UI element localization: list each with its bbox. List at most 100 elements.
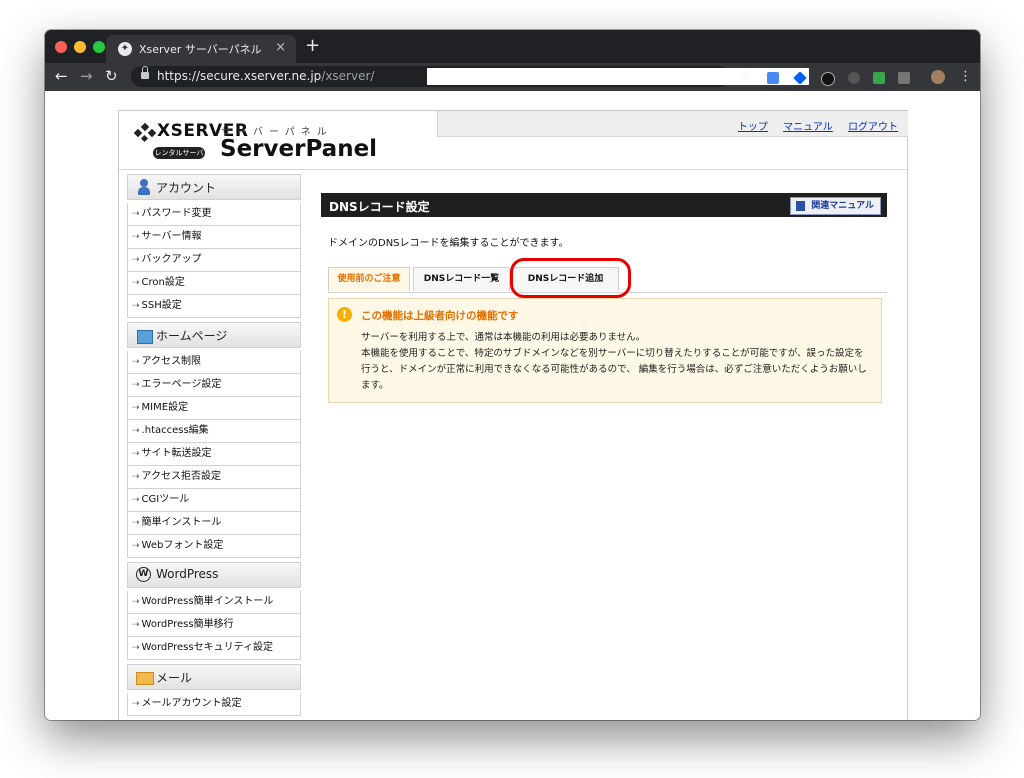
sidebar-section-account: アカウント xyxy=(127,174,301,200)
notice-line: サーバーを利用する上で、通常は本機能の利用は必要ありません。 xyxy=(361,332,646,343)
sidebar-item-site-redirect[interactable]: ⇢ サイト転送設定 xyxy=(128,442,300,465)
arrow-icon: ⇢ xyxy=(132,699,140,709)
page-description: ドメインのDNSレコードを編集することができます。 xyxy=(328,238,569,249)
browser-toolbar: ← → ↻ https://secure.xserver.ne.jp/xserv… xyxy=(45,63,980,91)
dns-tabs: 使用前のご注意 DNSレコード一覧 DNSレコード追加 xyxy=(328,258,887,298)
section-title: アカウント xyxy=(156,181,217,195)
translate-extension-icon[interactable] xyxy=(767,72,779,84)
address-bar[interactable]: https://secure.xserver.ne.jp/xserver/ xyxy=(131,66,809,87)
sidebar-item-error-page[interactable]: ⇢ エラーページ設定 xyxy=(128,373,300,396)
check-extension-icon[interactable] xyxy=(873,72,885,84)
arrow-icon: ⇢ xyxy=(132,209,140,219)
related-manual-button[interactable]: 関連マニュアル xyxy=(790,197,881,215)
browser-tab-bar: ✦ Xserver サーバーパネル × + xyxy=(45,30,980,63)
tab-precautions[interactable]: 使用前のご注意 xyxy=(328,267,410,291)
related-manual-label: 関連マニュアル xyxy=(811,201,874,211)
url-text: https://secure.xserver.ne.jp/xserver/ xyxy=(157,69,374,83)
minimize-window-button[interactable] xyxy=(74,41,86,53)
close-window-button[interactable] xyxy=(55,41,67,53)
bookmark-star-icon[interactable]: ☆ xyxy=(739,69,751,84)
sidebar-item-label: WordPress簡単移行 xyxy=(141,619,234,630)
sidebar-section-homepage: ホームページ xyxy=(127,322,301,348)
sidebar-item-easy-install[interactable]: ⇢ 簡単インストール xyxy=(128,511,300,534)
sidebar-item-label: Cron設定 xyxy=(141,277,185,288)
sidebar-section-mail: メール xyxy=(127,664,301,690)
warning-notice: ! この機能は上級者向けの機能です サーバーを利用する上で、通常は本機能の利用は… xyxy=(328,298,882,403)
section-title: メール xyxy=(156,671,193,685)
section-title: WordPress xyxy=(156,567,219,581)
main-content: DNSレコード設定 関連マニュアル ドメインのDNSレコードを編集することができ… xyxy=(321,193,887,403)
brand-badge: レンタルサーバー xyxy=(153,147,205,169)
book-icon xyxy=(796,201,806,211)
avatar[interactable] xyxy=(931,70,945,84)
arrow-icon: ⇢ xyxy=(132,495,140,505)
arrow-icon: ⇢ xyxy=(132,472,140,482)
sidebar-item-access-limit[interactable]: ⇢ アクセス制限 xyxy=(128,351,300,373)
manual-link[interactable]: マニュアル xyxy=(783,122,833,133)
logout-link[interactable]: ログアウト xyxy=(848,122,898,133)
sidebar-item-cgi-tools[interactable]: ⇢ CGIツール xyxy=(128,488,300,511)
sidebar-item-label: .htaccess編集 xyxy=(141,425,209,436)
browser-tab[interactable]: ✦ Xserver サーバーパネル × xyxy=(106,35,296,63)
arrow-icon: ⇢ xyxy=(132,597,140,607)
calendar-extension-icon[interactable] xyxy=(898,72,910,84)
tab-highlight-annotation xyxy=(510,258,631,298)
server-panel: XSERVER レンタルサーバー サーバーパネル ServerPanel トップ… xyxy=(118,110,908,720)
sidebar-item-label: MIME設定 xyxy=(141,402,189,413)
arrow-icon: ⇢ xyxy=(132,278,140,288)
close-tab-icon[interactable]: × xyxy=(275,40,286,55)
page-title-bar: DNSレコード設定 関連マニュアル xyxy=(321,193,887,217)
mail-icon xyxy=(136,669,154,685)
sidebar-item-label: パスワード変更 xyxy=(141,208,212,219)
sidebar-item-access-deny[interactable]: ⇢ アクセス拒否設定 xyxy=(128,465,300,488)
top-link[interactable]: トップ xyxy=(738,122,768,133)
lightbulb-extension-icon[interactable] xyxy=(848,72,860,84)
sidebar-item-label: WordPressセキュリティ設定 xyxy=(141,642,273,653)
forward-arrow-icon[interactable]: → xyxy=(80,67,93,85)
sidebar-item-ssh[interactable]: ⇢ SSH設定 xyxy=(128,294,300,317)
sidebar-list-account: ⇢ パスワード変更 ⇢ サーバー情報 ⇢ バックアップ ⇢ Cron設定 ⇢ SSH設定 xyxy=(127,203,301,318)
arrow-icon: ⇢ xyxy=(132,255,140,265)
shield-extension-icon[interactable] xyxy=(821,72,835,86)
person-icon xyxy=(136,179,152,195)
more-menu-icon[interactable]: ⋮ xyxy=(959,69,972,84)
browser-window: ✦ Xserver サーバーパネル × + ← → ↻ https://secu… xyxy=(45,30,980,720)
arrow-icon: ⇢ xyxy=(132,426,140,436)
page-viewport: XSERVER レンタルサーバー サーバーパネル ServerPanel トップ… xyxy=(45,91,980,720)
arrow-icon: ⇢ xyxy=(132,357,140,367)
sidebar-item-wp-migrate[interactable]: ⇢ WordPress簡単移行 xyxy=(128,613,300,636)
sidebar-item-label: メールアカウント設定 xyxy=(141,698,242,709)
warning-icon: ! xyxy=(337,307,352,322)
sidebar-item-backup[interactable]: ⇢ バックアップ xyxy=(128,248,300,271)
maximize-window-button[interactable] xyxy=(93,41,105,53)
globe-icon: ✦ xyxy=(118,42,132,56)
arrow-icon: ⇢ xyxy=(132,518,140,528)
arrow-icon: ⇢ xyxy=(132,232,140,242)
sidebar-item-label: 簡単インストール xyxy=(141,517,222,528)
back-arrow-icon[interactable]: ← xyxy=(55,67,68,85)
sidebar-item-wp-install[interactable]: ⇢ WordPress簡単インストール xyxy=(128,591,300,613)
sidebar-item-htaccess[interactable]: ⇢ .htaccess編集 xyxy=(128,419,300,442)
sidebar-item-cron[interactable]: ⇢ Cron設定 xyxy=(128,271,300,294)
arrow-icon: ⇢ xyxy=(132,643,140,653)
reload-icon[interactable]: ↻ xyxy=(105,67,118,85)
sidebar: アカウント ⇢ パスワード変更 ⇢ サーバー情報 ⇢ バックアップ ⇢ Cron設定 ⇢… xyxy=(127,174,301,720)
arrow-icon: ⇢ xyxy=(132,403,140,413)
sidebar-item-label: エラーページ設定 xyxy=(141,379,222,390)
sidebar-item-wp-security[interactable]: ⇢ WordPressセキュリティ設定 xyxy=(128,636,300,659)
tab-dns-record-list[interactable]: DNSレコード一覧 xyxy=(413,267,510,291)
top-links: トップ マニュアル ログアウト xyxy=(726,118,898,133)
sidebar-item-mime[interactable]: ⇢ MIME設定 xyxy=(128,396,300,419)
homepage-icon xyxy=(136,327,153,344)
sidebar-section-wordpress: W WordPress xyxy=(127,562,301,588)
notice-body: サーバーを利用する上で、通常は本機能の利用は必要ありません。 本機能を使用するこ… xyxy=(361,330,869,394)
sidebar-item-web-font[interactable]: ⇢ Webフォント設定 xyxy=(128,534,300,557)
sidebar-item-server-info[interactable]: ⇢ サーバー情報 xyxy=(128,225,300,248)
url-path: /xserver/ xyxy=(321,69,375,83)
xserver-logo-icon xyxy=(133,122,159,143)
notice-heading: この機能は上級者向けの機能です xyxy=(361,310,519,322)
sidebar-item-label: CGIツール xyxy=(141,494,190,505)
new-tab-button[interactable]: + xyxy=(305,35,320,56)
sidebar-item-mail-account[interactable]: ⇢ メールアカウント設定 xyxy=(128,693,300,715)
sidebar-item-password[interactable]: ⇢ パスワード変更 xyxy=(128,203,300,225)
